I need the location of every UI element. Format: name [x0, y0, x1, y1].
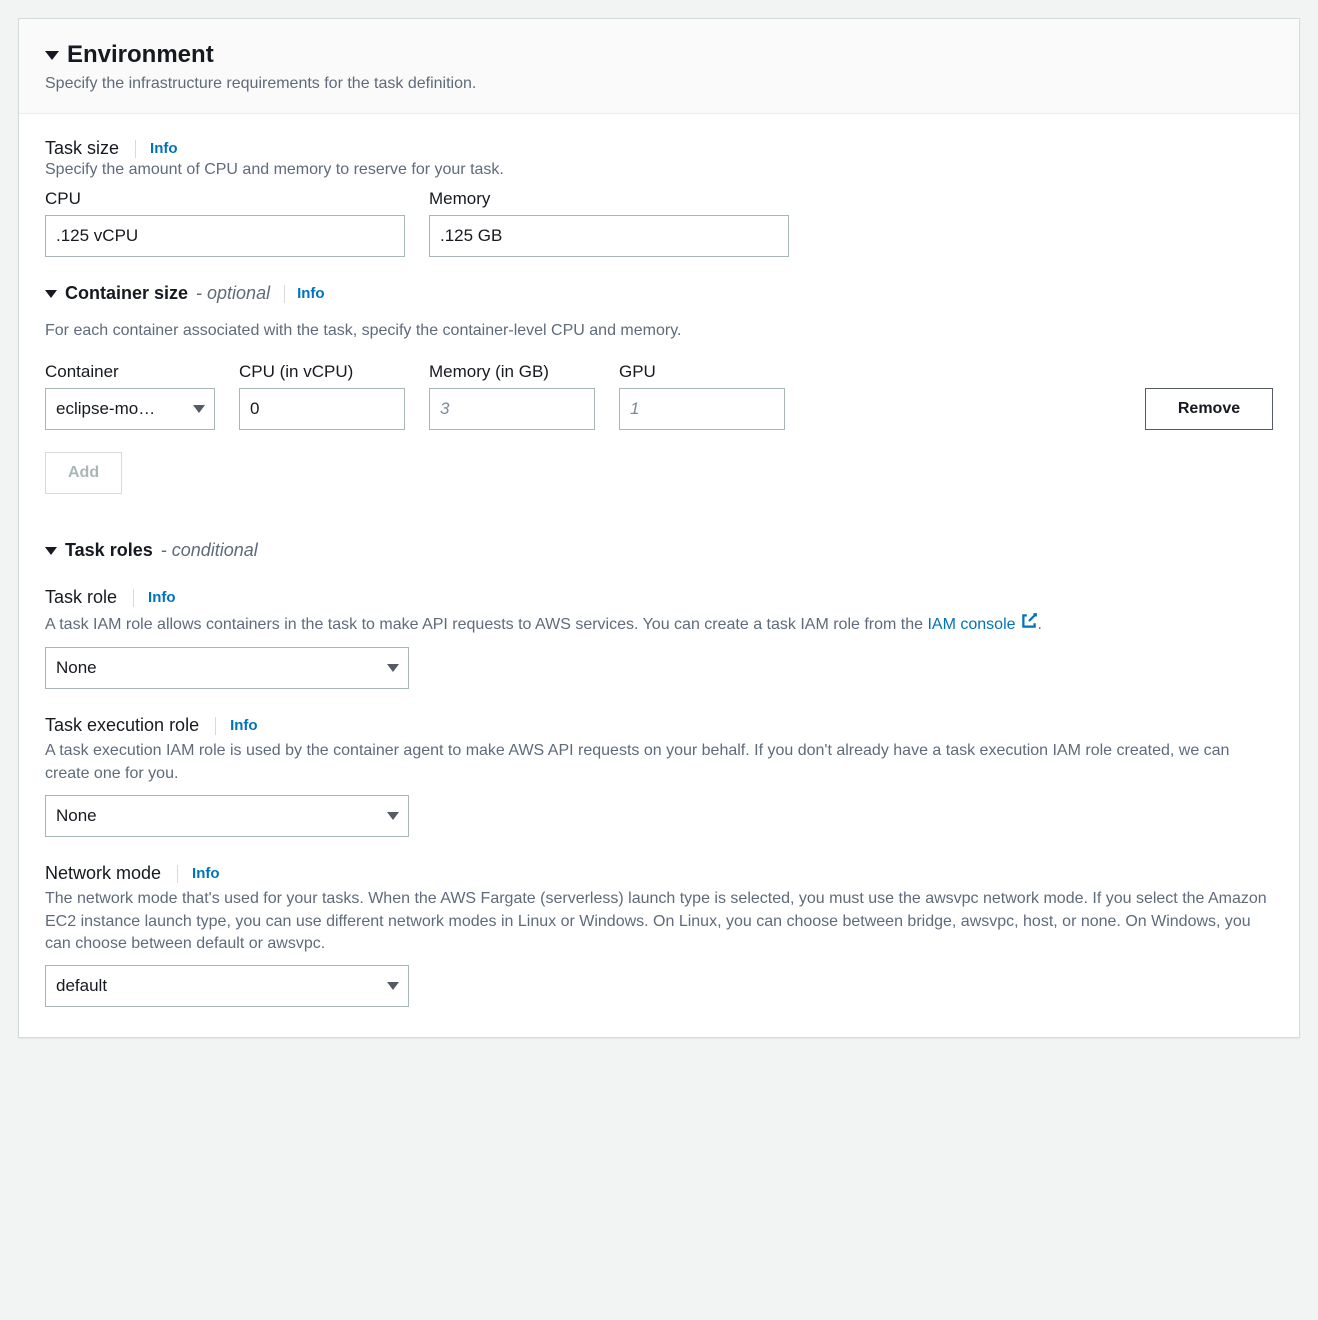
separator [215, 717, 216, 735]
environment-panel: Environment Specify the infrastructure r… [18, 18, 1300, 1038]
panel-description: Specify the infrastructure requirements … [45, 75, 1273, 93]
task-exec-role-desc: A task execution IAM role is used by the… [45, 740, 1273, 785]
memory-label: Memory [429, 189, 789, 209]
container-gpu-input[interactable] [619, 388, 785, 430]
container-select[interactable]: eclipse-mo… [45, 388, 215, 430]
remove-button[interactable]: Remove [1145, 388, 1273, 430]
col-cpu: CPU (in vCPU) [239, 362, 405, 382]
container-size-header[interactable]: Container size - optional Info [45, 283, 1273, 304]
task-size-info-link[interactable]: Info [150, 140, 178, 157]
task-exec-role-block: Task execution role Info A task executio… [45, 715, 1273, 837]
container-memory-input[interactable] [429, 388, 595, 430]
separator [284, 285, 285, 303]
panel-title: Environment [67, 41, 214, 69]
network-mode-block: Network mode Info The network mode that'… [45, 863, 1273, 1007]
task-size-desc: Specify the amount of CPU and memory to … [45, 161, 1273, 179]
container-size-title: Container size [65, 283, 188, 304]
container-size-desc: For each container associated with the t… [45, 322, 1273, 340]
container-size-info-link[interactable]: Info [297, 285, 325, 302]
task-size-label: Task size [45, 138, 119, 159]
task-exec-role-select[interactable]: None [45, 795, 409, 837]
network-mode-desc: The network mode that's used for your ta… [45, 888, 1273, 955]
task-role-desc: A task IAM role allows containers in the… [45, 612, 1273, 637]
task-role-info-link[interactable]: Info [148, 589, 176, 606]
task-exec-role-label: Task execution role [45, 715, 199, 736]
collapse-caret-icon [45, 290, 57, 298]
container-size-grid: Container eclipse-mo… CPU (in vCPU) Memo… [45, 362, 1273, 430]
container-size-suffix: - optional [196, 283, 270, 304]
separator [135, 140, 136, 158]
network-mode-label: Network mode [45, 863, 161, 884]
task-role-desc-text: A task IAM role allows containers in the… [45, 616, 927, 633]
network-mode-info-link[interactable]: Info [192, 865, 220, 882]
iam-console-link[interactable]: IAM console [927, 616, 1037, 633]
col-memory: Memory (in GB) [429, 362, 595, 382]
panel-body: Task size Info Specify the amount of CPU… [19, 114, 1299, 1037]
cpu-label: CPU [45, 189, 405, 209]
panel-header: Environment Specify the infrastructure r… [19, 19, 1299, 114]
collapse-caret-icon[interactable] [45, 51, 59, 60]
col-container: Container [45, 362, 215, 382]
separator [133, 589, 134, 607]
task-roles-suffix: - conditional [161, 540, 258, 561]
container-cpu-input[interactable] [239, 388, 405, 430]
cpu-input[interactable] [45, 215, 405, 257]
task-exec-role-info-link[interactable]: Info [230, 717, 258, 734]
task-role-label: Task role [45, 587, 117, 608]
memory-input[interactable] [429, 215, 789, 257]
collapse-caret-icon [45, 547, 57, 555]
task-role-block: Task role Info A task IAM role allows co… [45, 587, 1273, 689]
task-size-section: Task size Info Specify the amount of CPU… [45, 138, 1273, 257]
network-mode-select[interactable]: default [45, 965, 409, 1007]
task-roles-title: Task roles [65, 540, 153, 561]
task-role-select[interactable]: None [45, 647, 409, 689]
add-button[interactable]: Add [45, 452, 122, 494]
col-gpu: GPU [619, 362, 785, 382]
external-link-icon [1020, 612, 1038, 637]
separator [177, 865, 178, 883]
task-roles-header[interactable]: Task roles - conditional [45, 540, 1273, 561]
